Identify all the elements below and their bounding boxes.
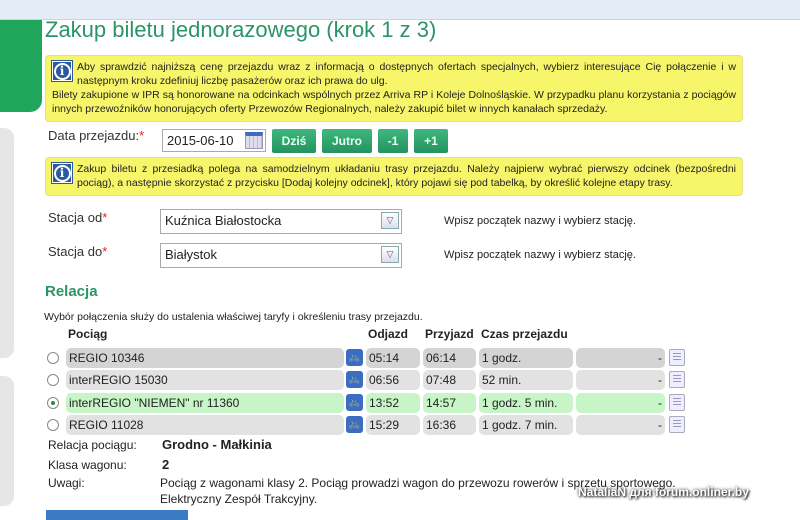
today-button[interactable]: Dziś bbox=[272, 129, 316, 153]
extra-info: - bbox=[576, 348, 665, 368]
train-name: REGIO 11028 bbox=[66, 414, 344, 435]
relacja-description: Wybór połączenia służy do ustalenia właś… bbox=[44, 311, 423, 323]
from-station-input[interactable]: Kuźnica Białostocka ▽ bbox=[160, 209, 402, 234]
required-marker: * bbox=[102, 244, 108, 259]
train-name: interREGIO "NIEMEN" nr 11360 bbox=[66, 392, 344, 413]
from-value: Kuźnica Białostocka bbox=[165, 213, 282, 228]
train-name: REGIO 10346 bbox=[66, 348, 344, 368]
row-radio[interactable] bbox=[47, 396, 59, 409]
arrival-time: 16:36 bbox=[423, 414, 476, 435]
chevron-down-icon[interactable]: ▽ bbox=[381, 246, 399, 263]
class-value: 2 bbox=[162, 457, 170, 472]
arrival-time: 06:14 bbox=[423, 348, 476, 368]
departure-time: 15:29 bbox=[366, 414, 420, 435]
from-label-text: Stacja od bbox=[48, 210, 103, 225]
next-step-button[interactable] bbox=[46, 510, 188, 520]
minus-day-button[interactable]: -1 bbox=[378, 129, 408, 153]
sidebar-grey-panel[interactable] bbox=[0, 128, 14, 358]
notes-line-2: Elektryczny Zespół Trakcyjny. bbox=[160, 492, 318, 506]
timetable-icon[interactable] bbox=[669, 349, 685, 366]
date-value: 2015-06-10 bbox=[167, 133, 234, 148]
sidebar-grey-panel-2[interactable] bbox=[0, 376, 14, 506]
required-marker: * bbox=[139, 128, 145, 143]
duration: 1 godz. 5 min. bbox=[479, 392, 573, 413]
sidebar-green-panel[interactable] bbox=[0, 20, 42, 112]
duration: 52 min. bbox=[479, 370, 573, 391]
date-label: Data przejazdu:* bbox=[48, 128, 144, 143]
to-hint: Wpisz początek nazwy i wybierz stację. bbox=[444, 249, 636, 261]
timetable-icon[interactable] bbox=[669, 371, 685, 389]
row-radio[interactable] bbox=[47, 374, 59, 387]
arrival-time: 07:48 bbox=[423, 370, 476, 391]
departure-time: 13:52 bbox=[366, 392, 420, 413]
to-label: Stacja do* bbox=[48, 244, 107, 259]
extra-info: - bbox=[576, 392, 665, 413]
extra-info: - bbox=[576, 414, 665, 435]
bicycle-icon: 🚲 bbox=[346, 393, 363, 411]
to-value: Białystok bbox=[165, 247, 218, 262]
info-icon: i bbox=[51, 60, 73, 82]
relacja-heading: Relacja bbox=[45, 283, 98, 300]
info-text-transfer: Zakup biletu z przesiadką polega na samo… bbox=[77, 163, 736, 189]
required-marker: * bbox=[102, 210, 108, 225]
header-duration: Czas przejazdu bbox=[481, 327, 568, 341]
class-label: Klasa wagonu: bbox=[48, 458, 127, 472]
duration: 1 godz. bbox=[479, 348, 573, 368]
info-text-1: Aby sprawdzić najniższą cenę przejazdu w… bbox=[77, 61, 736, 87]
bicycle-icon: 🚲 bbox=[346, 371, 363, 389]
to-station-input[interactable]: Białystok ▽ bbox=[160, 243, 402, 268]
calendar-icon[interactable] bbox=[245, 132, 263, 149]
date-input[interactable]: 2015-06-10 bbox=[162, 129, 266, 152]
header-train: Pociąg bbox=[68, 327, 108, 341]
route-label: Relacja pociągu: bbox=[48, 438, 137, 452]
plus-day-button[interactable]: +1 bbox=[414, 129, 448, 153]
row-radio[interactable] bbox=[47, 418, 59, 431]
bicycle-icon: 🚲 bbox=[346, 349, 363, 366]
info-box-transfer: i Zakup biletu z przesiadką polega na sa… bbox=[45, 157, 743, 196]
header-departure: Odjazd bbox=[368, 327, 409, 341]
arrival-time: 14:57 bbox=[423, 392, 476, 413]
route-value: Grodno - Małkinia bbox=[162, 437, 272, 452]
extra-info: - bbox=[576, 370, 665, 391]
from-hint: Wpisz początek nazwy i wybierz stację. bbox=[444, 215, 636, 227]
notes-label: Uwagi: bbox=[48, 476, 85, 490]
page-title: Zakup biletu jednorazowego (krok 1 z 3) bbox=[45, 17, 437, 42]
info-text-2: Bilety zakupione w IPR są honorowane na … bbox=[52, 89, 736, 115]
departure-time: 05:14 bbox=[366, 348, 420, 368]
tomorrow-button[interactable]: Jutro bbox=[322, 129, 372, 153]
duration: 1 godz. 7 min. bbox=[479, 414, 573, 435]
train-name: interREGIO 15030 bbox=[66, 370, 344, 391]
info-box-prices: i Aby sprawdzić najniższą cenę przejazdu… bbox=[45, 55, 743, 122]
timetable-icon[interactable] bbox=[669, 393, 685, 411]
watermark: NataliaN для forum.onliner.by bbox=[578, 485, 749, 499]
bicycle-icon: 🚲 bbox=[346, 415, 363, 433]
departure-time: 06:56 bbox=[366, 370, 420, 391]
from-label: Stacja od* bbox=[48, 210, 107, 225]
row-radio[interactable] bbox=[47, 352, 59, 364]
header-arrival: Przyjazd bbox=[425, 327, 474, 341]
info-icon: i bbox=[51, 162, 73, 184]
chevron-down-icon[interactable]: ▽ bbox=[381, 212, 399, 229]
to-label-text: Stacja do bbox=[48, 244, 103, 259]
timetable-icon[interactable] bbox=[669, 415, 685, 433]
date-label-text: Data przejazdu: bbox=[48, 128, 140, 143]
